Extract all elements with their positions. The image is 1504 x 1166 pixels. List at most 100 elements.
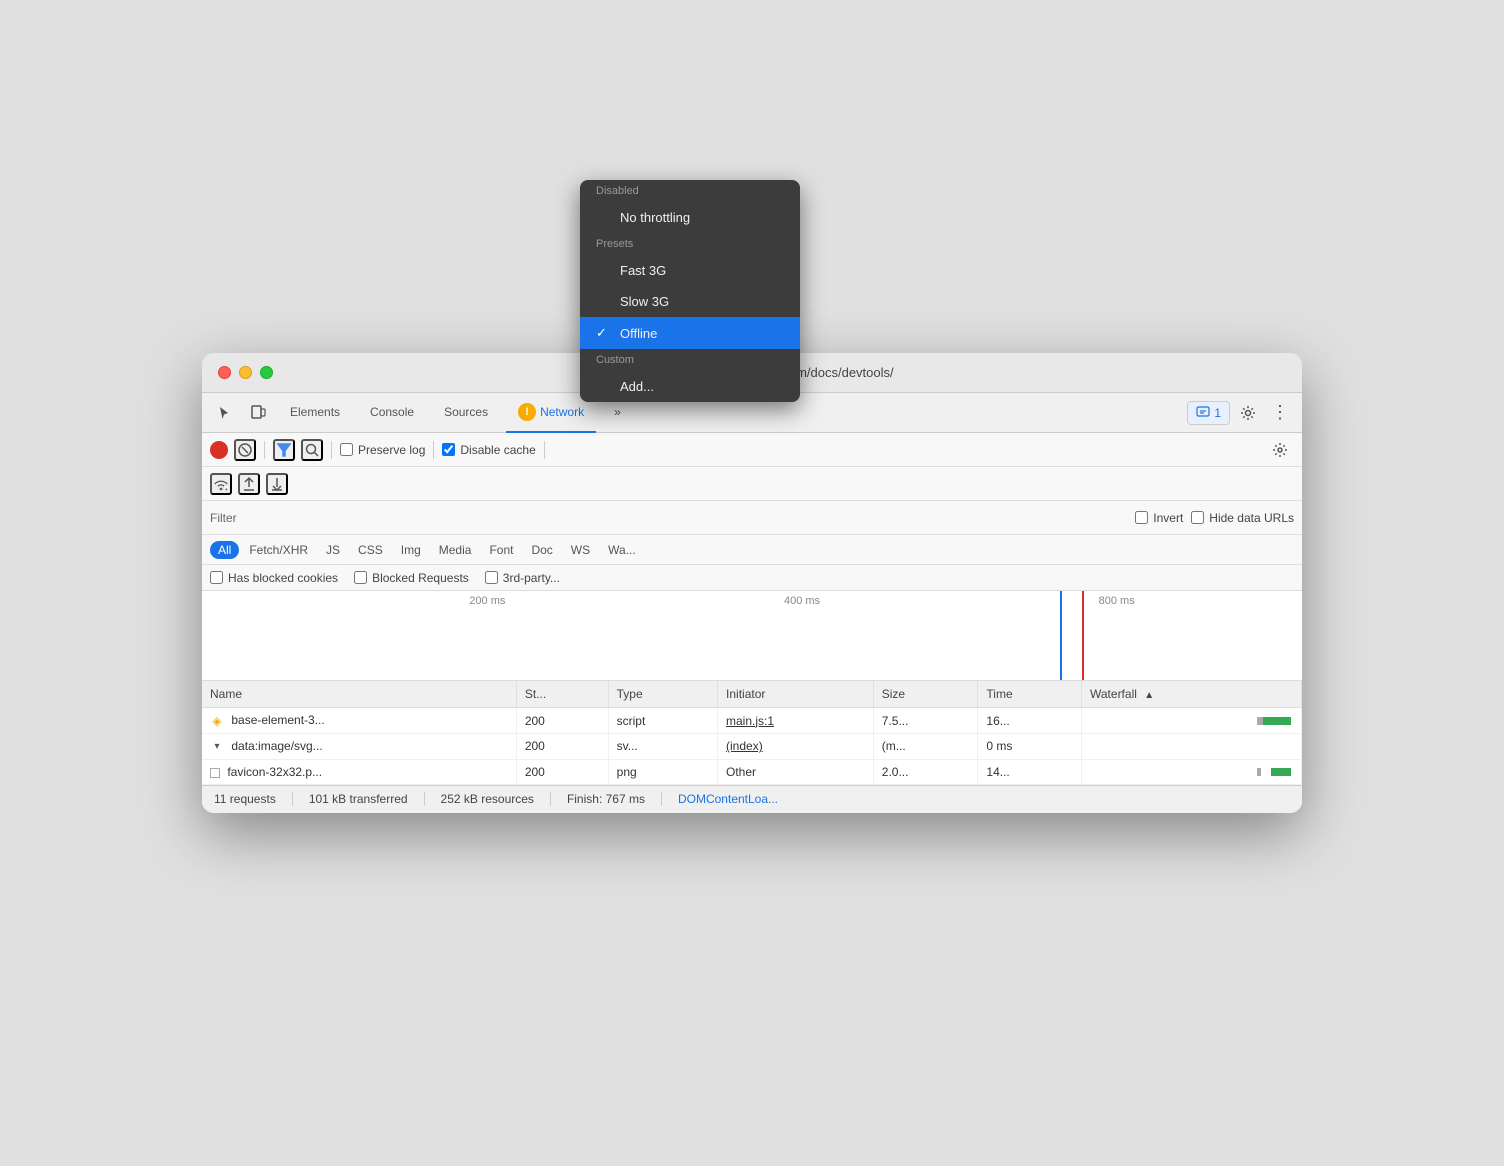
type-btn-fetchxhr[interactable]: Fetch/XHR — [241, 541, 316, 559]
type-btn-wa[interactable]: Wa... — [600, 541, 644, 559]
dropdown-header-custom: Custom — [580, 353, 800, 371]
cell-type-2: sv... — [608, 734, 717, 760]
network-toolbar2 — [202, 467, 1302, 501]
requests-count: 11 requests — [214, 792, 276, 806]
dropdown-item-add[interactable]: Add... — [580, 371, 800, 402]
tab-sources[interactable]: Sources — [432, 393, 500, 433]
hide-data-urls-checkbox[interactable] — [1191, 511, 1204, 524]
disable-cache-label[interactable]: Disable cache — [442, 443, 535, 457]
type-btn-img[interactable]: Img — [393, 541, 429, 559]
close-button[interactable] — [218, 366, 231, 379]
preserve-log-checkbox[interactable] — [340, 443, 353, 456]
wifi-settings-icon[interactable] — [210, 473, 232, 495]
more-icon: ⋮ — [1271, 402, 1289, 423]
initiator-link-2[interactable]: (index) — [726, 739, 763, 753]
record-button[interactable] — [210, 441, 228, 459]
type-btn-ws[interactable]: WS — [563, 541, 598, 559]
feedback-button[interactable]: 1 — [1187, 401, 1230, 425]
filter-bar: Filter Invert Hide data URLs — [202, 501, 1302, 535]
third-party-checkbox[interactable] — [485, 571, 498, 584]
type-btn-media[interactable]: Media — [431, 541, 480, 559]
warning-icon: ! — [518, 403, 536, 421]
cell-initiator-1: main.js:1 — [718, 708, 874, 734]
domcontent-loaded[interactable]: DOMContentLoa... — [678, 792, 778, 806]
cursor-icon[interactable] — [210, 399, 238, 427]
col-time[interactable]: Time — [978, 681, 1082, 708]
third-party-label[interactable]: 3rd-party... — [485, 571, 560, 585]
waterfall-bar-green-1 — [1263, 717, 1291, 725]
initiator-text-3: Other — [726, 765, 756, 779]
cell-time-2: 0 ms — [978, 734, 1082, 760]
blocked-requests-label[interactable]: Blocked Requests — [354, 571, 469, 585]
hide-data-urls-label[interactable]: Hide data URLs — [1191, 511, 1294, 525]
has-blocked-cookies-label[interactable]: Has blocked cookies — [210, 571, 338, 585]
type-btn-doc[interactable]: Doc — [523, 541, 560, 559]
type-btn-all[interactable]: All — [210, 541, 239, 559]
status-bar: 11 requests 101 kB transferred 252 kB re… — [202, 785, 1302, 813]
cell-type-3: png — [608, 759, 717, 784]
col-status[interactable]: St... — [516, 681, 608, 708]
timeline-label-800ms: 800 ms — [959, 595, 1274, 607]
cell-initiator-3: Other — [718, 759, 874, 784]
table-row[interactable]: ◈ base-element-3... 200 script main.js:1… — [202, 708, 1302, 734]
minimize-button[interactable] — [239, 366, 252, 379]
more-button[interactable]: ⋮ — [1266, 399, 1294, 427]
cell-time-3: 14... — [978, 759, 1082, 784]
type-btn-font[interactable]: Font — [481, 541, 521, 559]
tab-bar-right: 1 ⋮ — [1187, 399, 1294, 427]
status-separator-1 — [292, 792, 293, 806]
table-row[interactable]: favicon-32x32.p... 200 png Other 2.0... … — [202, 759, 1302, 784]
feedback-count: 1 — [1214, 406, 1221, 420]
blocked-requests-checkbox[interactable] — [354, 571, 367, 584]
initiator-link-1[interactable]: main.js:1 — [726, 714, 774, 728]
col-waterfall[interactable]: Waterfall ▲ — [1082, 681, 1302, 708]
col-name[interactable]: Name — [202, 681, 516, 708]
type-btn-js[interactable]: JS — [318, 541, 348, 559]
filter-button[interactable] — [273, 439, 295, 461]
disable-cache-checkbox[interactable] — [442, 443, 455, 456]
toolbar-separator4 — [544, 441, 545, 459]
cell-waterfall-1 — [1082, 708, 1302, 734]
cell-waterfall-2 — [1082, 734, 1302, 760]
status-separator-3 — [550, 792, 551, 806]
throttle-settings-button[interactable] — [1266, 436, 1294, 464]
download-icon[interactable] — [266, 473, 288, 495]
cell-size-2: (m... — [873, 734, 978, 760]
row-icon-2: ▾ — [210, 740, 224, 754]
col-initiator[interactable]: Initiator — [718, 681, 874, 708]
status-separator-4 — [661, 792, 662, 806]
has-blocked-cookies-checkbox[interactable] — [210, 571, 223, 584]
table-header-row: Name St... Type Initiator Size — [202, 681, 1302, 708]
cell-initiator-2: (index) — [718, 734, 874, 760]
transferred-size: 101 kB transferred — [309, 792, 408, 806]
table-row[interactable]: ▾ data:image/svg... 200 sv... (index) (m… — [202, 734, 1302, 760]
dropdown-header-custom-text: Custom — [596, 354, 634, 366]
cell-status-1: 200 — [516, 708, 608, 734]
waterfall-bars-3 — [1090, 766, 1293, 778]
settings-button[interactable] — [1234, 399, 1262, 427]
invert-checkbox[interactable] — [1135, 511, 1148, 524]
sort-arrow-icon: ▲ — [1144, 690, 1154, 701]
resources-size: 252 kB resources — [441, 792, 534, 806]
waterfall-bars-2 — [1090, 740, 1293, 752]
device-icon[interactable] — [244, 399, 272, 427]
upload-icon[interactable] — [238, 473, 260, 495]
maximize-button[interactable] — [260, 366, 273, 379]
invert-label[interactable]: Invert — [1135, 511, 1183, 525]
throttle-dropdown: Disabled No throttling Presets Fast 3G S… — [580, 353, 800, 402]
preserve-log-label[interactable]: Preserve log — [340, 443, 425, 457]
col-size[interactable]: Size — [873, 681, 978, 708]
type-btn-css[interactable]: CSS — [350, 541, 391, 559]
waterfall-bar-green-3 — [1271, 768, 1291, 776]
cell-status-3: 200 — [516, 759, 608, 784]
waterfall-bar-gray-3 — [1257, 768, 1261, 776]
timeline-area: 200 ms 400 ms 800 ms — [202, 591, 1302, 681]
cell-name-1: ◈ base-element-3... — [202, 708, 516, 734]
cell-size-3: 2.0... — [873, 759, 978, 784]
search-button[interactable] — [301, 439, 323, 461]
tab-elements[interactable]: Elements — [278, 393, 352, 433]
cell-status-2: 200 — [516, 734, 608, 760]
col-type[interactable]: Type — [608, 681, 717, 708]
clear-button[interactable] — [234, 439, 256, 461]
tab-console[interactable]: Console — [358, 393, 426, 433]
